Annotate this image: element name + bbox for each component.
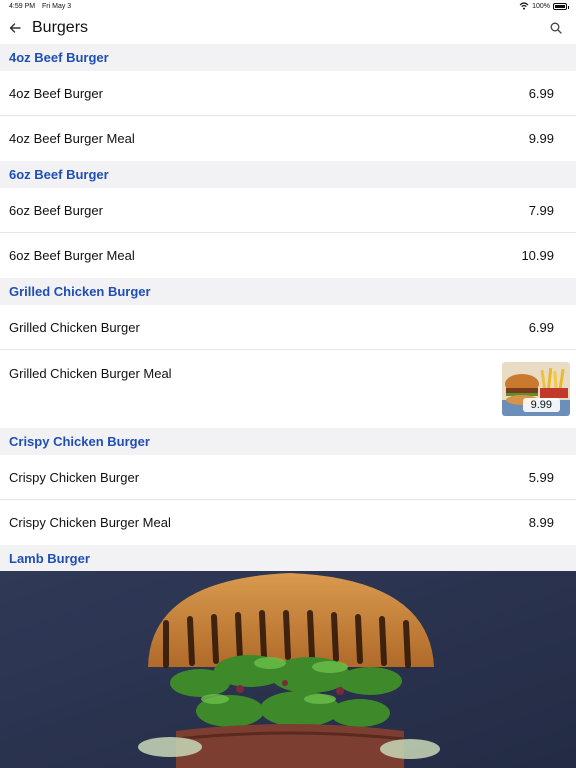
status-right: 100% xyxy=(519,2,569,10)
section-title: 6oz Beef Burger xyxy=(9,167,109,182)
search-button[interactable] xyxy=(550,21,564,35)
item-price: 9.99 xyxy=(528,131,554,146)
section-header: Grilled Chicken Burger xyxy=(0,278,576,305)
menu-list: 4oz Beef Burger 4oz Beef Burger 6.99 4oz… xyxy=(0,44,576,572)
item-name: Crispy Chicken Burger xyxy=(9,469,140,485)
section-header: 6oz Beef Burger xyxy=(0,161,576,188)
section-title: 4oz Beef Burger xyxy=(9,50,109,65)
item-name: 4oz Beef Burger Meal xyxy=(9,131,135,146)
menu-item[interactable]: 4oz Beef Burger 6.99 xyxy=(0,71,576,116)
item-name: 4oz Beef Burger xyxy=(9,85,103,101)
menu-item[interactable]: Crispy Chicken Burger 5.99 xyxy=(0,455,576,500)
item-price: 5.99 xyxy=(528,469,554,485)
item-price: 6.99 xyxy=(528,319,554,335)
status-time: 4:59 PM xyxy=(9,3,36,10)
item-name: 6oz Beef Burger xyxy=(9,202,103,218)
lamb-burger-image[interactable] xyxy=(0,571,576,768)
magnifier-icon xyxy=(550,22,562,34)
back-button[interactable] xyxy=(6,19,24,37)
menu-item[interactable]: Grilled Chicken Burger Meal 9.99 xyxy=(0,350,576,428)
menu-item[interactable]: 6oz Beef Burger 7.99 xyxy=(0,188,576,233)
item-name: Grilled Chicken Burger xyxy=(9,319,140,335)
section-title: Crispy Chicken Burger xyxy=(9,434,150,449)
battery-percent: 100% xyxy=(532,2,550,10)
status-date: Fri May 3 xyxy=(42,3,72,10)
section-header: Lamb Burger xyxy=(0,545,576,572)
menu-item[interactable]: Grilled Chicken Burger 6.99 xyxy=(0,305,576,350)
item-price: 6.99 xyxy=(528,85,554,101)
menu-item[interactable]: 6oz Beef Burger Meal 10.99 xyxy=(0,233,576,278)
section-title: Grilled Chicken Burger xyxy=(9,284,151,299)
item-price: 8.99 xyxy=(528,515,554,530)
section-header: 4oz Beef Burger xyxy=(0,44,576,71)
item-price: 10.99 xyxy=(521,248,554,263)
section-header: Crispy Chicken Burger xyxy=(0,428,576,455)
menu-item[interactable]: 4oz Beef Burger Meal 9.99 xyxy=(0,116,576,161)
status-bar: 4:59 PM Fri May 3 100% xyxy=(0,0,576,14)
battery-icon xyxy=(553,2,569,10)
lamb-burger-photo xyxy=(0,571,576,768)
wifi-icon xyxy=(519,2,529,10)
item-name: 6oz Beef Burger Meal xyxy=(9,248,135,263)
item-price: 9.99 xyxy=(522,398,560,412)
item-name: Grilled Chicken Burger Meal xyxy=(9,366,172,381)
navigation-bar: Burgers xyxy=(0,14,576,44)
page-title: Burgers xyxy=(32,19,89,36)
item-thumbnail-image: 9.99 xyxy=(502,362,570,416)
item-price: 7.99 xyxy=(528,202,554,218)
menu-item[interactable]: Crispy Chicken Burger Meal 8.99 xyxy=(0,500,576,545)
section-title: Lamb Burger xyxy=(9,551,90,566)
item-name: Crispy Chicken Burger Meal xyxy=(9,515,171,530)
arrow-left-icon xyxy=(9,23,21,33)
